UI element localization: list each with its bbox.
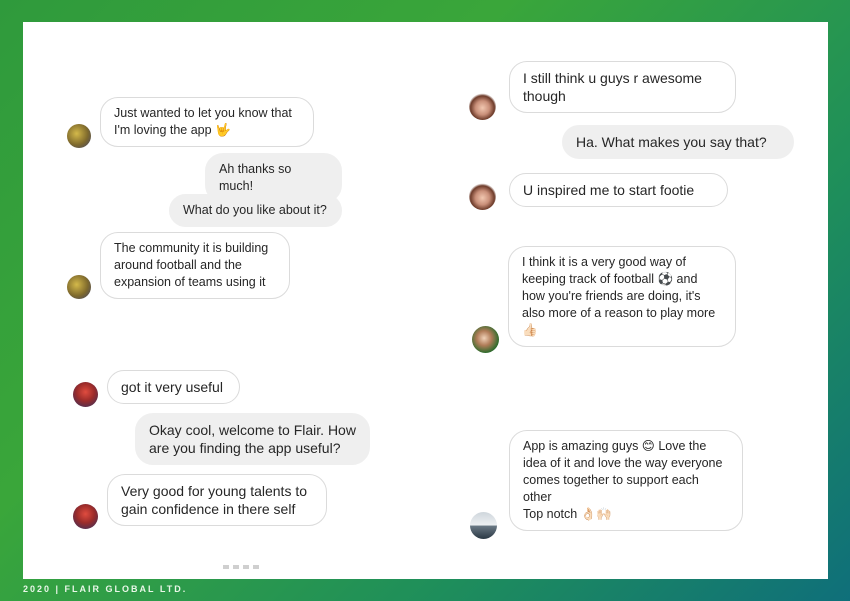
message-text: got it very useful [121, 379, 223, 395]
message-text: Ha. What makes you say that? [576, 134, 767, 150]
message-bubble: I still think u guys r awesome though [509, 61, 736, 113]
message-text: The community it is building around foot… [114, 241, 269, 289]
message-bubble: I think it is a very good way of keeping… [508, 246, 736, 347]
message-text: U inspired me to start footie [523, 182, 695, 198]
message-bubble: App is amazing guys 😊 Love the idea of i… [509, 430, 743, 531]
typing-indicator [223, 565, 263, 569]
message-bubble: U inspired me to start footie [509, 173, 728, 207]
message-bubble: got it very useful [107, 370, 240, 404]
avatar[interactable] [73, 382, 98, 407]
avatar[interactable] [470, 512, 497, 539]
footer-text: 2020 | FLAIR GLOBAL LTD. [23, 584, 188, 594]
message-text: App is amazing guys 😊 Love the idea of i… [523, 439, 723, 504]
message-bubble: Just wanted to let you know that I'm lov… [100, 97, 314, 147]
message-text: Very good for young talents to gain conf… [121, 483, 308, 517]
avatar[interactable] [472, 326, 499, 353]
message-text: Ah thanks so much! [219, 162, 292, 193]
avatar[interactable] [73, 504, 98, 529]
message-text: I think it is a very good way of keeping… [522, 255, 716, 320]
message-text: Just wanted to let you know that I'm lov… [114, 106, 292, 137]
message-bubble: Ha. What makes you say that? [562, 125, 794, 159]
avatar[interactable] [469, 183, 496, 210]
message-bubble: What do you like about it? [169, 194, 342, 227]
avatar[interactable] [67, 275, 91, 299]
message-text: I still think u guys r awesome though [523, 70, 702, 104]
message-bubble: Very good for young talents to gain conf… [107, 474, 327, 526]
testimonial-card: Just wanted to let you know that I'm lov… [23, 22, 828, 579]
avatar[interactable] [469, 93, 496, 120]
message-bubble: The community it is building around foot… [100, 232, 290, 299]
message-bubble: Okay cool, welcome to Flair. How are you… [135, 413, 370, 465]
rock-hand-emoji-icon: 🤟 [215, 123, 231, 137]
message-text: What do you like about it? [183, 203, 327, 217]
message-text: Okay cool, welcome to Flair. How are you… [149, 422, 356, 456]
ok-hand-emoji-icon: 👌🏻🙌🏻 [580, 507, 612, 521]
thumbs-up-emoji-icon: 👍🏻 [522, 323, 538, 337]
avatar[interactable] [67, 124, 91, 148]
message-text-line2: Top notch [523, 507, 578, 521]
